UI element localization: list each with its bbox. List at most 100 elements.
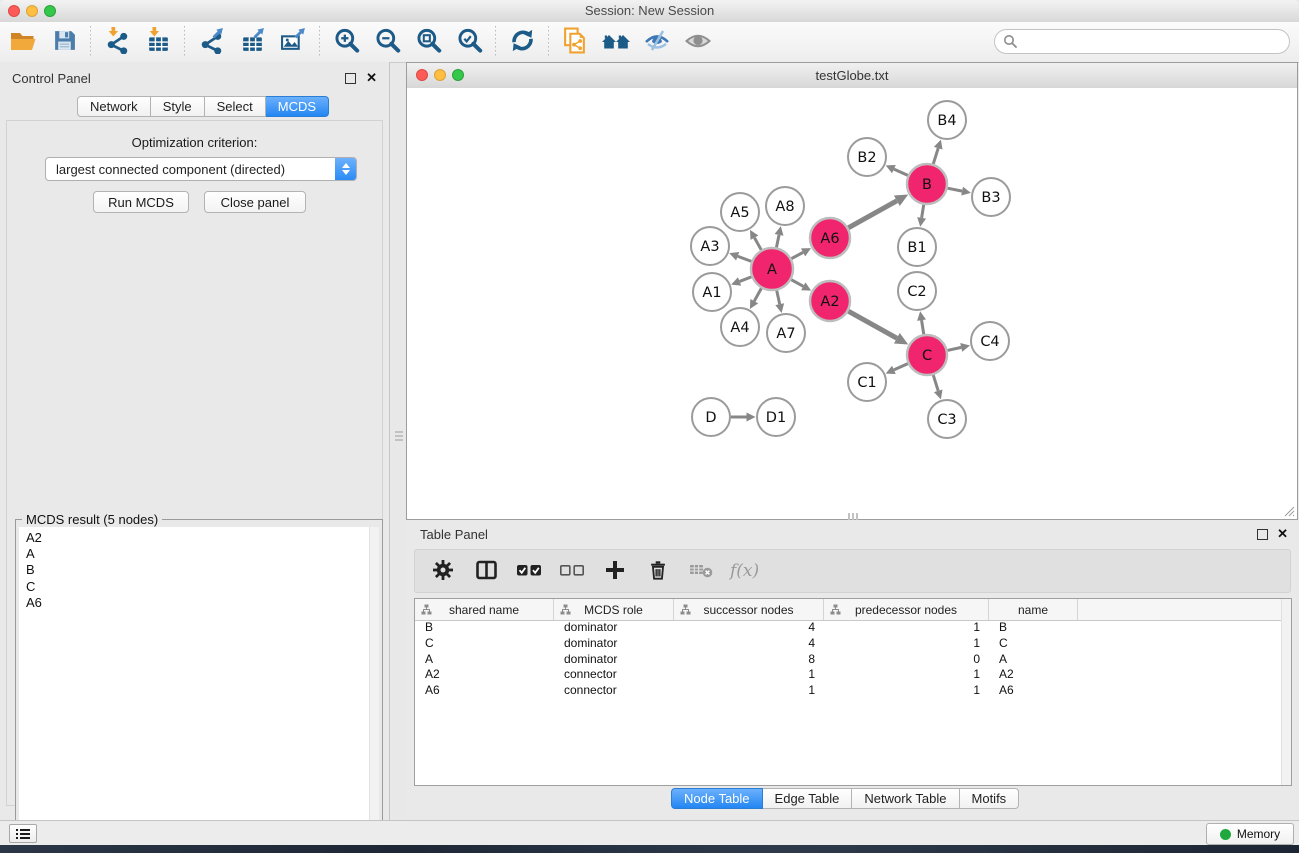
resize-grip-icon[interactable] xyxy=(1281,503,1295,517)
tab-network[interactable]: Network xyxy=(77,96,151,117)
mcds-result-item[interactable]: C xyxy=(19,579,369,595)
cell-name[interactable]: C xyxy=(989,636,1078,652)
criterion-dropdown[interactable]: largest connected component (directed) xyxy=(45,157,357,181)
search-input[interactable] xyxy=(1018,31,1289,52)
cell-successor-nodes[interactable]: 4 xyxy=(674,636,824,652)
edge-B-B1[interactable] xyxy=(922,205,924,218)
split-view-button[interactable] xyxy=(472,557,500,585)
edge-C-C1[interactable] xyxy=(894,364,908,370)
import-table-button[interactable] xyxy=(143,27,173,57)
run-mcds-button[interactable]: Run MCDS xyxy=(93,191,189,213)
edge-C-C2[interactable] xyxy=(922,320,924,334)
refresh-button[interactable] xyxy=(507,27,537,57)
tab-node-table[interactable]: Node Table xyxy=(671,788,763,809)
column-header-successor-nodes[interactable]: successor nodes xyxy=(674,599,824,620)
gear-button[interactable] xyxy=(429,557,457,585)
zoom-in-button[interactable] xyxy=(331,27,361,57)
delete-table-button[interactable] xyxy=(687,557,715,585)
tab-style[interactable]: Style xyxy=(151,96,205,117)
graph-node-A8[interactable]: A8 xyxy=(766,187,804,225)
tab-mcds[interactable]: MCDS xyxy=(266,96,329,117)
graph-node-A4[interactable]: A4 xyxy=(721,308,759,346)
export-network-button[interactable] xyxy=(196,27,226,57)
graph-node-C1[interactable]: C1 xyxy=(848,363,886,401)
hide-panel-button[interactable] xyxy=(642,27,672,57)
float-table-panel-icon[interactable] xyxy=(1257,529,1268,540)
column-header-name[interactable]: name xyxy=(989,599,1078,620)
zoom-out-button[interactable] xyxy=(372,27,402,57)
cell-predecessor-nodes[interactable]: 1 xyxy=(824,620,989,636)
graph-node-A3[interactable]: A3 xyxy=(691,227,729,265)
show-eye-button[interactable] xyxy=(683,27,713,57)
cell-shared-name[interactable]: A xyxy=(415,652,554,668)
cell-name[interactable]: B xyxy=(989,620,1078,636)
edge-A-A3[interactable] xyxy=(738,256,752,261)
zoom-fit-button[interactable] xyxy=(413,27,443,57)
close-panel-icon[interactable]: ✕ xyxy=(366,72,377,84)
column-header-MCDS-role[interactable]: MCDS role xyxy=(554,599,674,620)
cell-MCDS-role[interactable]: dominator xyxy=(554,620,674,636)
tab-edge-table[interactable]: Edge Table xyxy=(763,788,853,809)
column-header-shared-name[interactable]: shared name xyxy=(415,599,554,620)
graph-node-C[interactable]: C xyxy=(907,335,947,375)
mcds-result-item[interactable]: B xyxy=(19,562,369,578)
cell-MCDS-role[interactable]: dominator xyxy=(554,652,674,668)
edge-B-B2[interactable] xyxy=(894,169,908,175)
memory-button[interactable]: Memory xyxy=(1206,823,1294,845)
cell-successor-nodes[interactable]: 1 xyxy=(674,667,824,683)
cell-predecessor-nodes[interactable]: 1 xyxy=(824,636,989,652)
save-session-button[interactable] xyxy=(49,27,79,57)
close-table-panel-icon[interactable]: ✕ xyxy=(1277,528,1288,540)
edge-B-B3[interactable] xyxy=(948,188,963,191)
graph-node-A2[interactable]: A2 xyxy=(810,281,850,321)
import-network-button[interactable] xyxy=(102,27,132,57)
cell-shared-name[interactable]: A6 xyxy=(415,683,554,699)
function-builder-icon[interactable]: f(x) xyxy=(730,561,759,581)
export-table-button[interactable] xyxy=(237,27,267,57)
cell-name[interactable]: A6 xyxy=(989,683,1078,699)
cell-name[interactable]: A xyxy=(989,652,1078,668)
close-panel-button[interactable]: Close panel xyxy=(204,191,306,213)
graph-node-D[interactable]: D xyxy=(692,398,730,436)
edge-A-A8[interactable] xyxy=(776,235,779,248)
table-row[interactable]: Bdominator41B xyxy=(415,620,1282,636)
graph-node-C4[interactable]: C4 xyxy=(971,322,1009,360)
cell-MCDS-role[interactable]: connector xyxy=(554,683,674,699)
edge-C-C4[interactable] xyxy=(947,347,961,350)
edge-A-A7[interactable] xyxy=(777,290,780,304)
cell-name[interactable]: A2 xyxy=(989,667,1078,683)
select-all-button[interactable] xyxy=(515,557,543,585)
vertical-divider-grip[interactable] xyxy=(395,428,403,444)
table-row[interactable]: Cdominator41C xyxy=(415,636,1282,652)
table-scrollbar[interactable] xyxy=(1281,599,1291,785)
cell-successor-nodes[interactable]: 1 xyxy=(674,683,824,699)
float-panel-icon[interactable] xyxy=(345,73,356,84)
mcds-result-item[interactable]: A xyxy=(19,546,369,562)
cell-MCDS-role[interactable]: dominator xyxy=(554,636,674,652)
graph-node-C3[interactable]: C3 xyxy=(928,400,966,438)
graph-node-A[interactable]: A xyxy=(751,248,793,290)
cell-successor-nodes[interactable]: 8 xyxy=(674,652,824,668)
cell-predecessor-nodes[interactable]: 0 xyxy=(824,652,989,668)
zoom-selected-button[interactable] xyxy=(454,27,484,57)
graph-node-D1[interactable]: D1 xyxy=(757,398,795,436)
graph-node-C2[interactable]: C2 xyxy=(898,272,936,310)
graph-node-B3[interactable]: B3 xyxy=(972,178,1010,216)
unselect-all-button[interactable] xyxy=(558,557,586,585)
edge-A-A6[interactable] xyxy=(791,252,803,258)
edge-B-B4[interactable] xyxy=(933,148,938,164)
mcds-result-item[interactable]: A6 xyxy=(19,595,369,611)
cell-MCDS-role[interactable]: connector xyxy=(554,667,674,683)
edge-C-C3[interactable] xyxy=(933,375,938,391)
column-header-predecessor-nodes[interactable]: predecessor nodes xyxy=(824,599,989,620)
graph-node-A1[interactable]: A1 xyxy=(693,273,731,311)
open-session-button[interactable] xyxy=(8,27,38,57)
home-button[interactable] xyxy=(601,27,631,57)
cell-predecessor-nodes[interactable]: 1 xyxy=(824,667,989,683)
mcds-list-scrollbar[interactable] xyxy=(369,527,379,853)
graph-node-B4[interactable]: B4 xyxy=(928,101,966,139)
graph-node-B1[interactable]: B1 xyxy=(898,228,936,266)
add-column-button[interactable] xyxy=(601,557,629,585)
graph-node-A6[interactable]: A6 xyxy=(810,218,850,258)
export-image-button[interactable] xyxy=(278,27,308,57)
